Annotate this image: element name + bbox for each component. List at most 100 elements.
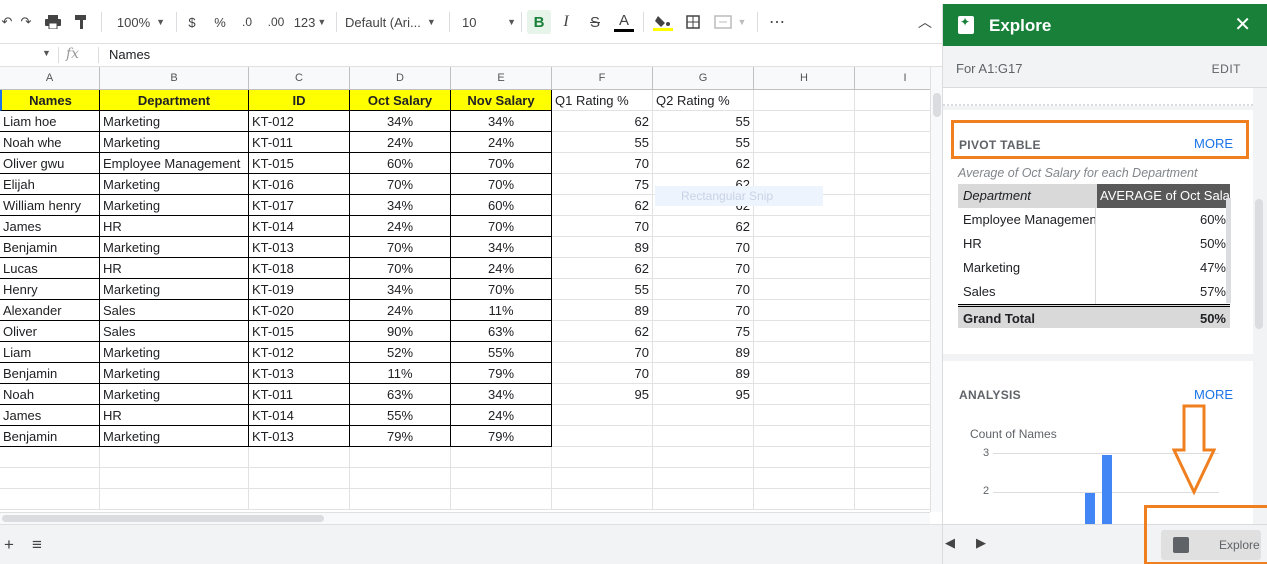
cell[interactable] (855, 279, 930, 300)
cell[interactable]: 11% (451, 300, 552, 321)
cell[interactable]: KT-015 (249, 321, 350, 342)
cell[interactable] (350, 489, 451, 510)
cell[interactable]: Employee Management (100, 153, 249, 174)
scroll-left-icon[interactable]: ◀ (945, 535, 955, 551)
cell[interactable]: 70% (350, 174, 451, 195)
cell[interactable] (552, 447, 653, 468)
cell[interactable]: Sales (100, 300, 249, 321)
cell[interactable] (754, 384, 855, 405)
header-cell[interactable]: ID (249, 90, 350, 111)
cell[interactable]: 24% (350, 300, 451, 321)
cell[interactable]: KT-020 (249, 300, 350, 321)
cell[interactable]: 62 (552, 321, 653, 342)
header-cell[interactable]: Department (100, 90, 249, 111)
cell[interactable]: 70 (653, 237, 754, 258)
cell[interactable] (855, 132, 930, 153)
column-header[interactable]: H (754, 67, 855, 90)
cell[interactable] (754, 132, 855, 153)
cell[interactable]: Marketing (100, 363, 249, 384)
cell[interactable] (855, 216, 930, 237)
cell[interactable] (754, 426, 855, 447)
bold-button[interactable]: B (527, 10, 551, 34)
cell[interactable] (754, 468, 855, 489)
pivot-scrollbar[interactable] (1226, 198, 1231, 303)
borders-icon[interactable] (682, 10, 704, 34)
cell[interactable] (754, 90, 855, 111)
cell[interactable] (0, 468, 100, 489)
cell[interactable]: Henry (0, 279, 100, 300)
cell[interactable]: 70 (552, 216, 653, 237)
currency-button[interactable]: $ (184, 10, 200, 34)
cell[interactable]: Marketing (100, 279, 249, 300)
cell[interactable] (249, 447, 350, 468)
cell[interactable] (249, 468, 350, 489)
cell[interactable]: 89 (552, 237, 653, 258)
cell[interactable]: 75 (552, 174, 653, 195)
cell[interactable]: 70 (653, 300, 754, 321)
cell[interactable]: HR (100, 216, 249, 237)
cell[interactable]: 55% (350, 405, 451, 426)
add-sheet-icon[interactable]: + (4, 535, 14, 555)
cell[interactable]: Marketing (100, 237, 249, 258)
cell[interactable]: 79% (451, 363, 552, 384)
cell[interactable] (754, 321, 855, 342)
cell[interactable] (754, 447, 855, 468)
cell[interactable] (855, 90, 930, 111)
header-cell[interactable]: Q1 Rating % (552, 90, 653, 111)
font-size-select[interactable]: 10 ▼ (458, 10, 516, 34)
cell[interactable] (754, 489, 855, 510)
cell[interactable] (754, 363, 855, 384)
number-format-select[interactable]: 123 ▼ (293, 10, 327, 34)
cell[interactable] (855, 447, 930, 468)
cell[interactable]: KT-012 (249, 342, 350, 363)
cell[interactable] (249, 489, 350, 510)
cell[interactable]: 52% (350, 342, 451, 363)
cell[interactable]: 55 (653, 111, 754, 132)
cell[interactable]: Benjamin (0, 363, 100, 384)
cell[interactable]: 62 (552, 195, 653, 216)
cell[interactable]: 24% (451, 132, 552, 153)
vertical-scroll-thumb[interactable] (933, 93, 941, 117)
zoom-select[interactable]: 100% ▼ (112, 10, 170, 34)
cell[interactable] (451, 489, 552, 510)
column-header[interactable]: E (451, 67, 552, 90)
cell[interactable] (855, 174, 930, 195)
cell[interactable]: Liam hoe (0, 111, 100, 132)
namebox-dropdown-icon[interactable]: ▼ (42, 48, 51, 58)
header-cell[interactable]: Q2 Rating % (653, 90, 754, 111)
cell[interactable]: 70% (451, 216, 552, 237)
cell[interactable]: KT-012 (249, 111, 350, 132)
fill-color-button[interactable] (651, 10, 675, 34)
cell[interactable]: 62 (653, 153, 754, 174)
spreadsheet-grid[interactable]: A B C D E F G H I Names Department ID Oct Salary Nov … (0, 67, 930, 512)
cell[interactable] (855, 321, 930, 342)
cell[interactable]: KT-014 (249, 216, 350, 237)
more-options-icon[interactable]: ⋯ (766, 10, 788, 34)
cell[interactable] (451, 447, 552, 468)
cell[interactable] (653, 426, 754, 447)
cell[interactable]: 90% (350, 321, 451, 342)
italic-button[interactable]: I (556, 10, 576, 34)
undo-icon[interactable]: ↶ (0, 10, 14, 34)
cell[interactable]: 70% (350, 237, 451, 258)
cell[interactable]: 70 (653, 258, 754, 279)
cell[interactable] (855, 153, 930, 174)
cell[interactable] (100, 489, 249, 510)
header-cell[interactable]: Nov Salary (451, 90, 552, 111)
percent-button[interactable]: % (212, 10, 228, 34)
cell[interactable]: Elijah (0, 174, 100, 195)
cell[interactable] (754, 237, 855, 258)
analysis-more-button[interactable]: MORE (1194, 387, 1233, 402)
cell[interactable]: KT-016 (249, 174, 350, 195)
cell[interactable]: 34% (350, 279, 451, 300)
cell[interactable] (552, 489, 653, 510)
cell[interactable] (653, 447, 754, 468)
cell[interactable]: Lucas (0, 258, 100, 279)
cell[interactable] (350, 468, 451, 489)
all-sheets-icon[interactable]: ≡ (32, 535, 42, 555)
cell[interactable] (855, 258, 930, 279)
cell[interactable] (855, 384, 930, 405)
cell[interactable]: 63% (451, 321, 552, 342)
cell[interactable]: 24% (451, 405, 552, 426)
cell[interactable] (552, 405, 653, 426)
